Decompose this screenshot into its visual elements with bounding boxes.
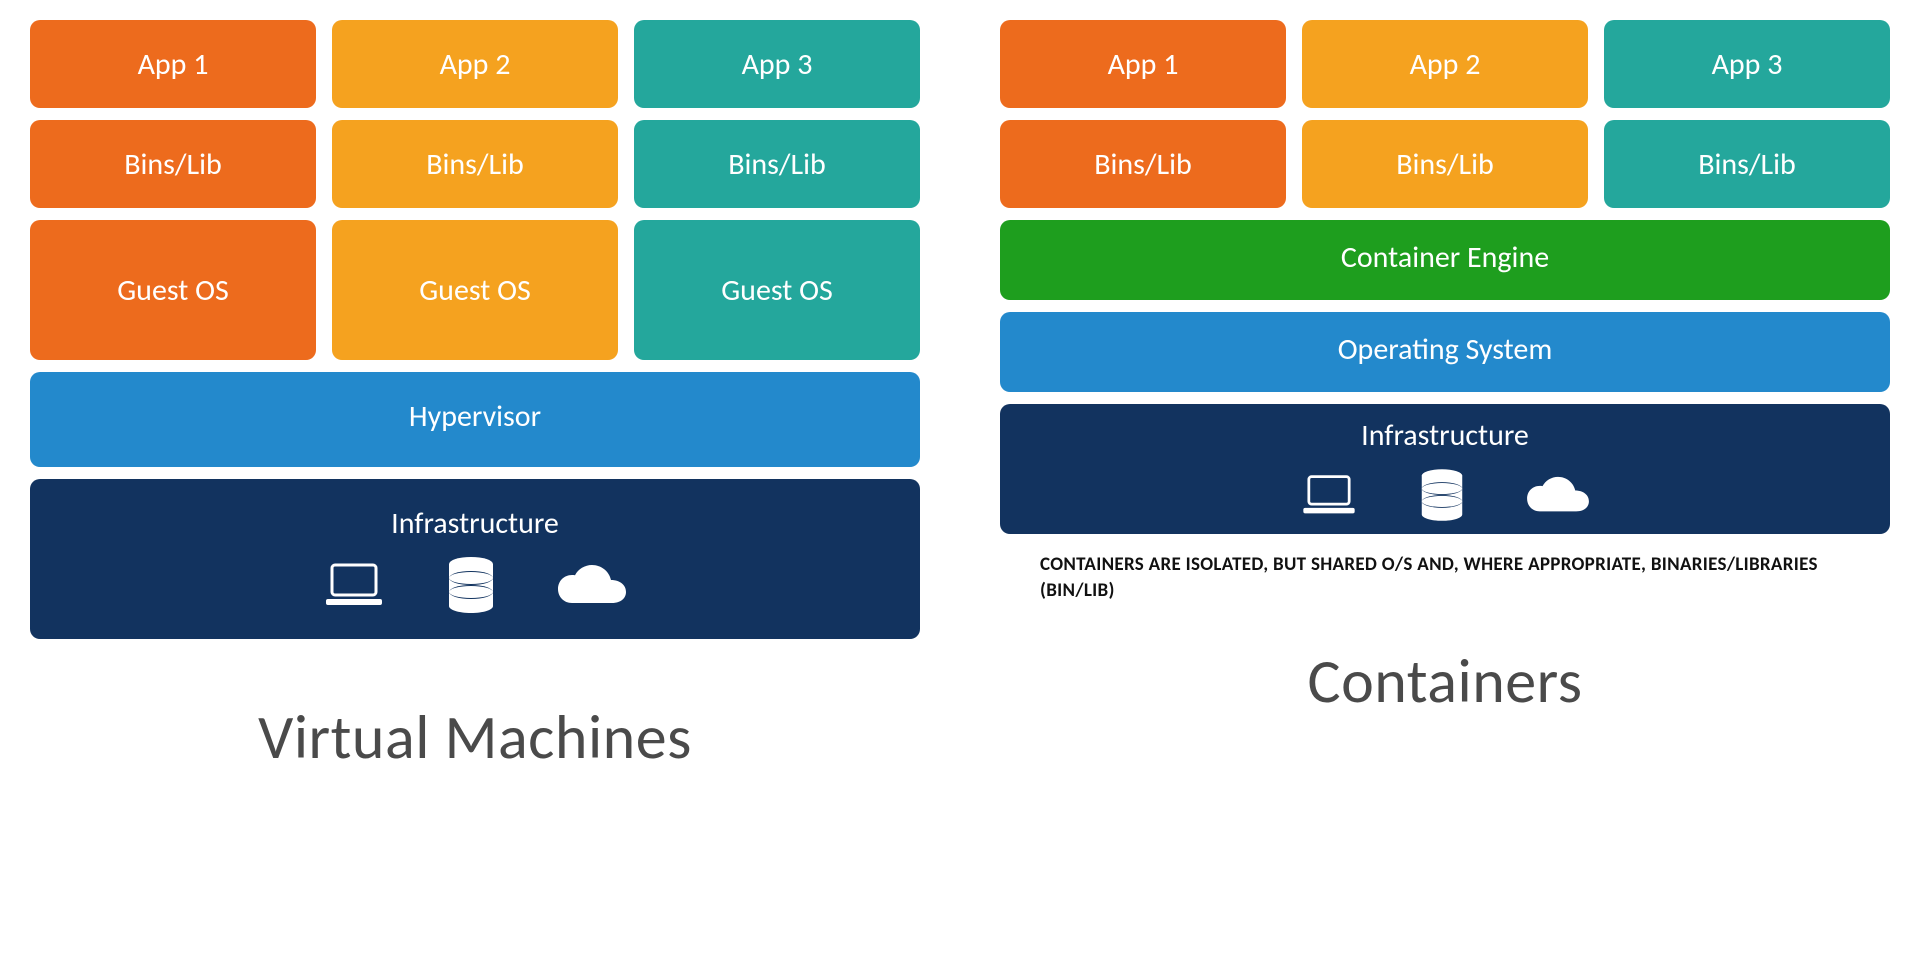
vm-title: Virtual Machines xyxy=(30,699,920,775)
vm-hypervisor-label: Hypervisor xyxy=(409,398,541,435)
ct-infrastructure: Infrastructure xyxy=(1000,404,1890,534)
cloud-icon xyxy=(556,563,628,607)
vm-apps-row: App 1 App 2 App 3 xyxy=(30,20,920,108)
ct-bins3: Bins/Lib xyxy=(1604,120,1890,208)
ct-bins-row: Bins/Lib Bins/Lib Bins/Lib xyxy=(1000,120,1890,208)
ct-title: Containers xyxy=(1000,643,1890,719)
vm-guestos1: Guest OS xyxy=(30,220,316,360)
vm-infrastructure: Infrastructure xyxy=(30,479,920,639)
vm-hypervisor: Hypervisor xyxy=(30,372,920,467)
database-icon xyxy=(446,556,496,614)
ct-engine-label: Container Engine xyxy=(1341,239,1549,276)
laptop-icon xyxy=(322,561,386,609)
vm-infrastructure-label: Infrastructure xyxy=(391,505,559,542)
ct-bins1: Bins/Lib xyxy=(1000,120,1286,208)
ct-bins2: Bins/Lib xyxy=(1302,120,1588,208)
ct-engine: Container Engine xyxy=(1000,220,1890,300)
vm-app3: App 3 xyxy=(634,20,920,108)
laptop-icon xyxy=(1299,473,1359,517)
cloud-icon xyxy=(1525,475,1591,515)
ct-app2: App 2 xyxy=(1302,20,1588,108)
vm-app2: App 2 xyxy=(332,20,618,108)
ct-app1: App 1 xyxy=(1000,20,1286,108)
ct-panel: App 1 App 2 App 3 Bins/Lib Bins/Lib Bins… xyxy=(1000,20,1890,952)
database-icon xyxy=(1419,468,1465,522)
ct-infrastructure-label: Infrastructure xyxy=(1361,417,1529,454)
ct-os-label: Operating System xyxy=(1338,331,1553,368)
ct-note: CONTAINERS ARE ISOLATED, BUT SHARED O/S … xyxy=(1000,552,1890,603)
vm-panel: App 1 App 2 App 3 Bins/Lib Bins/Lib Bins… xyxy=(30,20,920,952)
vm-guestos2: Guest OS xyxy=(332,220,618,360)
vm-bins3: Bins/Lib xyxy=(634,120,920,208)
vm-bins2: Bins/Lib xyxy=(332,120,618,208)
vm-bins1: Bins/Lib xyxy=(30,120,316,208)
vm-guestos-row: Guest OS Guest OS Guest OS xyxy=(30,220,920,360)
vm-app1: App 1 xyxy=(30,20,316,108)
ct-apps-row: App 1 App 2 App 3 xyxy=(1000,20,1890,108)
vm-bins-row: Bins/Lib Bins/Lib Bins/Lib xyxy=(30,120,920,208)
vm-guestos3: Guest OS xyxy=(634,220,920,360)
ct-app3: App 3 xyxy=(1604,20,1890,108)
ct-os: Operating System xyxy=(1000,312,1890,392)
